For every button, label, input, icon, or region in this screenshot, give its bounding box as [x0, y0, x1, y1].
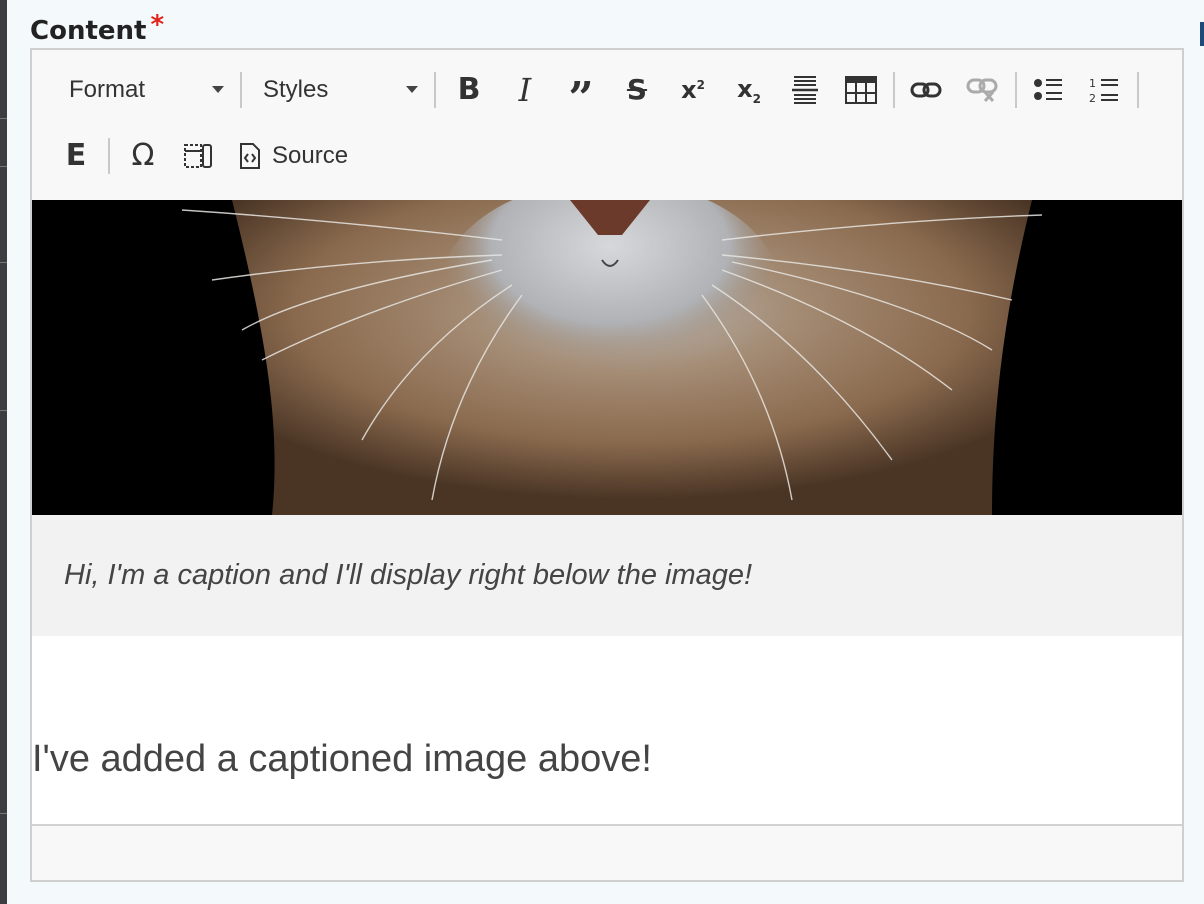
link-button[interactable] [904, 68, 948, 112]
strikethrough-icon: S [626, 73, 648, 106]
unlink-icon [966, 78, 998, 102]
toolbar-separator [893, 72, 895, 108]
rich-text-editor: Format Styles B I ” S x2 x2 1 2 E Ω Sour… [30, 48, 1184, 882]
embed-button[interactable]: E [54, 134, 98, 178]
body-paragraph[interactable]: I've added a captioned image above! [32, 738, 652, 781]
svg-text:2: 2 [1089, 92, 1096, 104]
bulleted-list-icon [1034, 79, 1062, 100]
format-dropdown-label: Format [69, 76, 146, 103]
field-label-text: Content [30, 16, 147, 46]
bulleted-list-button[interactable] [1026, 68, 1070, 112]
required-marker: * [150, 10, 165, 40]
background-page-edge [0, 0, 7, 904]
styles-dropdown[interactable]: Styles [263, 68, 418, 112]
unlink-button[interactable] [960, 68, 1004, 112]
editor-status-bar [32, 824, 1182, 880]
toolbar-separator [434, 72, 436, 108]
italic-icon: I [518, 71, 532, 109]
table-button[interactable] [839, 68, 883, 112]
caption-text[interactable]: Hi, I'm a caption and I'll display right… [64, 559, 752, 592]
horizontal-line-button[interactable] [783, 68, 827, 112]
horizontal-line-icon [792, 76, 818, 104]
toolbar-separator [108, 138, 110, 174]
show-blocks-icon [184, 144, 212, 168]
toolbar-separator [1137, 72, 1139, 108]
image-caption[interactable]: Hi, I'm a caption and I'll display right… [32, 515, 1182, 636]
chevron-down-icon [406, 86, 418, 93]
bold-icon: B [457, 72, 481, 107]
cat-image [32, 200, 1182, 515]
captioned-image[interactable] [32, 200, 1182, 515]
omega-icon: Ω [131, 138, 155, 173]
table-icon [845, 76, 877, 104]
subscript-icon: x2 [737, 74, 761, 106]
source-label: Source [272, 142, 349, 169]
toolbar-separator [240, 72, 242, 108]
special-character-button[interactable]: Ω [121, 134, 165, 178]
chevron-down-icon [212, 86, 224, 93]
superscript-icon: x2 [681, 76, 705, 104]
editor-toolbar: Format Styles B I ” S x2 x2 1 2 E Ω Sour… [32, 50, 1182, 202]
link-icon [910, 82, 942, 98]
source-button[interactable]: Source [238, 134, 362, 178]
show-blocks-button[interactable] [176, 134, 220, 178]
blockquote-button[interactable]: ” [559, 68, 603, 121]
superscript-button[interactable]: x2 [671, 68, 715, 112]
background-page-edge-right [1197, 0, 1204, 904]
svg-text:1: 1 [1089, 77, 1096, 90]
bold-button[interactable]: B [447, 68, 491, 112]
italic-button[interactable]: I [503, 68, 547, 112]
toolbar-separator [1015, 72, 1017, 108]
source-icon [240, 143, 260, 169]
format-dropdown[interactable]: Format [69, 68, 224, 112]
styles-dropdown-label: Styles [263, 76, 329, 103]
numbered-list-icon: 1 2 [1089, 77, 1118, 104]
field-label: Content * [30, 10, 164, 46]
strikethrough-button[interactable]: S [615, 68, 659, 112]
numbered-list-button[interactable]: 1 2 [1082, 68, 1126, 112]
embed-icon: E [65, 138, 87, 173]
subscript-button[interactable]: x2 [727, 68, 771, 112]
blockquote-icon: ” [568, 73, 594, 124]
